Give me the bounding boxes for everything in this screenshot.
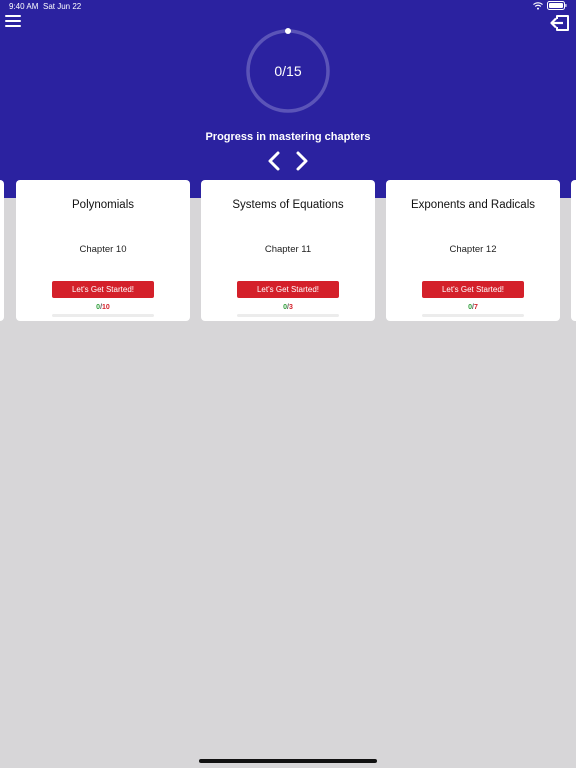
chapter-progress-bar (237, 314, 339, 317)
chapter-progress-bar (52, 314, 154, 317)
chapter-number: Chapter 12 (449, 244, 497, 255)
chevron-right-icon[interactable] (294, 150, 310, 172)
count-total: 10 (102, 304, 110, 311)
status-indicators (533, 1, 567, 10)
carousel-nav (264, 150, 312, 172)
chapter-title: Exponents and Radicals (410, 199, 536, 211)
chapter-card[interactable]: Systems of Equations Chapter 11 Let's Ge… (201, 180, 375, 321)
home-indicator (199, 759, 377, 763)
get-started-button[interactable]: Let's Get Started! (237, 281, 339, 298)
get-started-button[interactable]: Let's Get Started! (52, 281, 154, 298)
chapter-card-next-peek[interactable] (571, 180, 576, 321)
chapter-card-previous-peek[interactable] (0, 180, 4, 321)
chapter-card[interactable]: Polynomials Chapter 10 Let's Get Started… (16, 180, 190, 321)
chapter-progress-bar (422, 314, 524, 317)
battery-icon (547, 1, 567, 10)
count-total: 7 (473, 304, 478, 311)
chapter-progress-count: 0/3 (201, 304, 375, 311)
chevron-left-icon[interactable] (266, 150, 282, 172)
get-started-button[interactable]: Let's Get Started! (422, 281, 524, 298)
status-date: Sat Jun 22 (43, 2, 82, 11)
logout-icon[interactable] (550, 14, 570, 32)
hamburger-menu-icon[interactable] (5, 14, 21, 28)
chapter-card[interactable]: Exponents and Radicals Chapter 12 Let's … (386, 180, 560, 321)
count-total: 3 (288, 304, 293, 311)
progress-caption: Progress in mastering chapters (205, 131, 371, 143)
chapter-number: Chapter 10 (79, 244, 127, 255)
chapter-title: Systems of Equations (232, 199, 344, 211)
wifi-icon (533, 1, 543, 10)
chapter-progress-count: 0/7 (386, 304, 560, 311)
status-time: 9:40 AM (9, 2, 39, 11)
chapter-number: Chapter 11 (264, 244, 312, 255)
chapter-title: Polynomials (72, 199, 134, 211)
progress-count: 0/15 (274, 63, 302, 79)
chapter-progress-count: 0/10 (16, 304, 190, 311)
status-bar: 9:40 AM Sat Jun 22 (0, 0, 576, 14)
